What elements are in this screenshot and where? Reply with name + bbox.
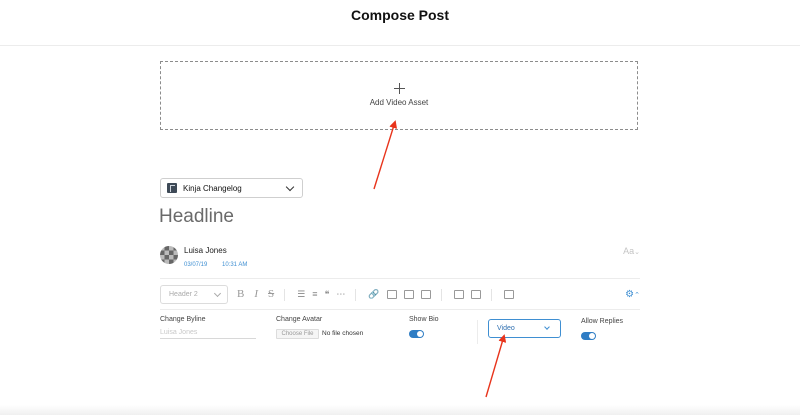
divider bbox=[160, 309, 640, 310]
italic-button[interactable]: I bbox=[254, 289, 258, 300]
add-video-asset-label: Add Video Asset bbox=[369, 97, 429, 107]
bottom-shadow bbox=[0, 405, 800, 415]
headline-input[interactable]: Headline bbox=[159, 206, 234, 228]
post-time[interactable]: 10:31 AM bbox=[222, 262, 247, 268]
divider bbox=[477, 320, 478, 344]
divider bbox=[160, 278, 640, 279]
kinja-logo-icon bbox=[167, 183, 177, 193]
bookmark-icon[interactable] bbox=[453, 290, 464, 299]
format-select-value: Header 2 bbox=[169, 291, 198, 298]
post-type-select[interactable]: Video bbox=[488, 319, 561, 338]
add-video-asset-dropzone[interactable]: Add Video Asset bbox=[160, 61, 638, 130]
chevron-down-icon bbox=[213, 289, 222, 297]
bullet-list-button[interactable]: ☰ bbox=[297, 290, 305, 299]
chevron-down-icon: ⌄ bbox=[634, 249, 640, 256]
annotation-arrow bbox=[373, 120, 398, 190]
choose-file-button[interactable]: Choose File bbox=[276, 329, 319, 339]
page-title: Compose Post bbox=[350, 7, 449, 23]
quote-button[interactable]: ❝ bbox=[324, 290, 329, 299]
text-size-toggle[interactable]: Aa⌄ bbox=[623, 246, 640, 256]
code-icon[interactable] bbox=[503, 290, 514, 299]
no-file-chosen-text: No file chosen bbox=[322, 330, 364, 337]
blog-select[interactable]: Kinja Changelog bbox=[160, 178, 303, 198]
post-type-value: Video bbox=[497, 325, 515, 332]
strikethrough-button[interactable]: S bbox=[268, 289, 274, 300]
video-embed-icon[interactable] bbox=[420, 290, 431, 299]
bold-button[interactable]: B bbox=[237, 289, 244, 300]
post-date[interactable]: 03/07/19 bbox=[184, 262, 207, 268]
image-icon[interactable] bbox=[386, 290, 397, 299]
settings-toggle[interactable]: ⚙ ⌃ bbox=[625, 289, 640, 300]
change-byline-label: Change Byline bbox=[160, 316, 206, 323]
more-options-button[interactable]: ⋯ bbox=[336, 290, 345, 299]
allow-replies-label: Allow Replies bbox=[581, 318, 624, 325]
show-bio-label: Show Bio bbox=[409, 316, 439, 323]
chevron-down-icon bbox=[285, 182, 295, 191]
editor-toolbar: Header 2 B I S ☰ ≡ ❝ ⋯ 🔗 ⚙ ⌃ bbox=[160, 284, 640, 305]
allow-replies-toggle[interactable] bbox=[581, 332, 596, 340]
blog-select-value: Kinja Changelog bbox=[183, 183, 242, 193]
plus-icon bbox=[393, 82, 405, 94]
change-avatar-label: Change Avatar bbox=[276, 316, 323, 323]
layout-icon[interactable] bbox=[470, 290, 481, 299]
toolbar-divider bbox=[490, 288, 492, 301]
toolbar-divider bbox=[440, 288, 442, 301]
toolbar-divider bbox=[355, 288, 357, 301]
chevron-down-icon bbox=[544, 324, 550, 330]
toolbar-divider bbox=[284, 288, 286, 301]
gear-icon: ⚙ bbox=[625, 289, 635, 300]
format-select[interactable]: Header 2 bbox=[160, 285, 228, 304]
byline-row: Luisa Jones 03/07/19 10:31 AM Aa⌄ bbox=[160, 244, 640, 272]
post-settings-panel: Change Byline Luisa Jones Change Avatar … bbox=[160, 316, 640, 346]
gallery-icon[interactable] bbox=[403, 290, 414, 299]
author-name[interactable]: Luisa Jones bbox=[184, 246, 227, 255]
top-bar: Compose Post bbox=[0, 0, 800, 46]
link-button[interactable]: 🔗 bbox=[368, 290, 379, 299]
text-size-label: Aa bbox=[623, 246, 635, 256]
chevron-up-icon: ⌃ bbox=[634, 291, 640, 299]
show-bio-toggle[interactable] bbox=[409, 330, 424, 338]
numbered-list-button[interactable]: ≡ bbox=[312, 290, 317, 299]
byline-input[interactable]: Luisa Jones bbox=[160, 329, 256, 339]
avatar[interactable] bbox=[160, 246, 178, 264]
